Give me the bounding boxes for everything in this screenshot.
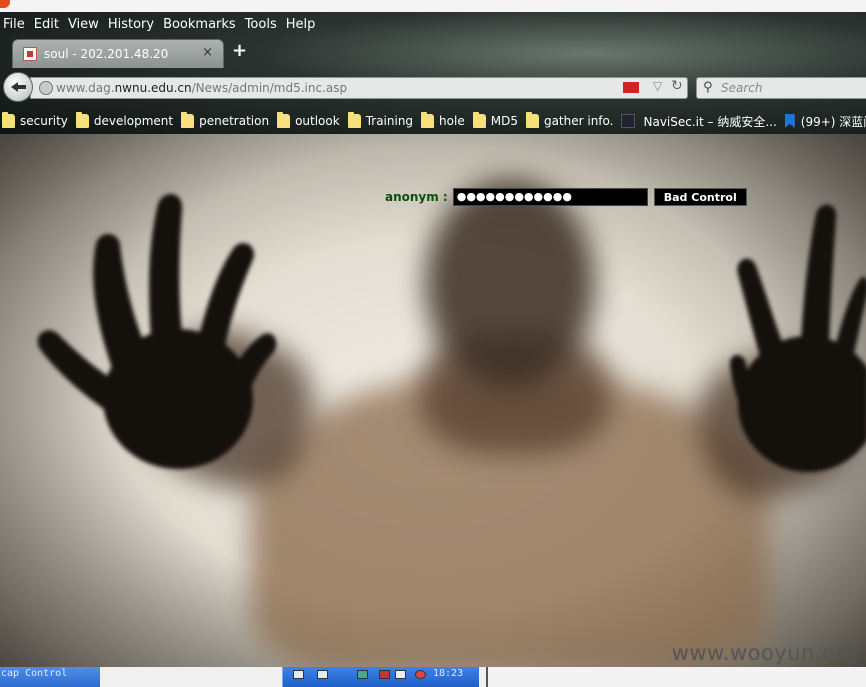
- bookmark-label: NaviSec.it – 纳威安全...: [643, 114, 777, 129]
- menu-view[interactable]: View: [64, 17, 104, 32]
- search-placeholder: Search: [721, 81, 763, 95]
- bookmark-md5[interactable]: MD5: [472, 112, 518, 128]
- login-form: anonym : ●●●●●●●●●●●● Bad Control: [385, 188, 747, 206]
- bookmark-security[interactable]: security: [2, 112, 68, 128]
- bookmark-icon: [784, 114, 795, 128]
- bookmark-development[interactable]: development: [75, 112, 174, 128]
- new-tab-button[interactable]: +: [232, 40, 247, 61]
- antivirus-icon[interactable]: [415, 670, 426, 679]
- bookmark-deep-blue-reading[interactable]: (99+) 深蓝阅读: [784, 113, 866, 130]
- reload-icon[interactable]: ↻: [671, 78, 683, 94]
- security-icon[interactable]: [379, 670, 390, 679]
- bookmark-star-icon[interactable]: ▽: [653, 79, 662, 93]
- tab-soul[interactable]: soul - 202.201.48.20 ×: [12, 39, 224, 68]
- page-icon: [621, 114, 636, 128]
- taskbar: cap Control 18:23: [0, 667, 866, 687]
- blurred-figure-head: [425, 179, 595, 389]
- tab-title: soul - 202.201.48.20: [44, 47, 169, 61]
- site-favicon-icon: [23, 47, 37, 61]
- tab-strip: soul - 202.201.48.20 × +: [0, 36, 866, 68]
- menu-help[interactable]: Help: [282, 17, 321, 32]
- right-hand-silhouette: [730, 204, 866, 472]
- bookmark-penetration[interactable]: penetration: [181, 112, 270, 128]
- bookmark-outlook[interactable]: outlook: [277, 112, 340, 128]
- bookmark-training[interactable]: Training: [347, 112, 414, 128]
- browser-chrome: File Edit View History Bookmarks Tools H…: [0, 0, 866, 134]
- bookmark-navisec[interactable]: NaviSec.it – 纳威安全...: [621, 113, 777, 130]
- bookmark-label: Training: [365, 114, 414, 128]
- tab-close-icon[interactable]: ×: [202, 45, 213, 60]
- taskbar-right-area: [486, 667, 866, 687]
- folder-icon: [277, 112, 291, 128]
- volume-icon[interactable]: [395, 670, 406, 679]
- folder-icon: [525, 112, 539, 128]
- network-icon[interactable]: [357, 670, 368, 679]
- wooyun-watermark: www.wooyun.org: [671, 641, 858, 665]
- folder-icon: [2, 112, 15, 128]
- bad-control-button[interactable]: Bad Control: [653, 188, 747, 206]
- bookmark-label: MD5: [490, 114, 518, 128]
- bookmark-label: security: [20, 114, 68, 128]
- bookmark-label: development: [93, 114, 174, 128]
- firefox-logo-icon: [0, 0, 10, 8]
- bookmarks-toolbar: security development penetration outlook…: [0, 108, 866, 134]
- anonym-label: anonym :: [385, 190, 448, 204]
- menu-history[interactable]: History: [104, 17, 159, 32]
- folder-icon: [347, 112, 361, 128]
- bookmark-hole[interactable]: hole: [421, 112, 465, 128]
- taskbar-item[interactable]: cap Control: [0, 667, 100, 687]
- bookmark-label: gather info.: [543, 114, 614, 128]
- folder-icon: [421, 112, 435, 128]
- bookmark-label: outlook: [295, 114, 340, 128]
- password-field[interactable]: ●●●●●●●●●●●●: [452, 188, 648, 206]
- page-content: anonym : ●●●●●●●●●●●● Bad Control www.wo…: [0, 134, 866, 667]
- china-flag-icon[interactable]: [623, 82, 639, 93]
- url-bar[interactable]: www.dag.nwnu.edu.cn/News/admin/md5.inc.a…: [30, 77, 688, 99]
- left-hand-silhouette: [37, 193, 277, 469]
- url-domain: nwnu.edu.cn: [114, 81, 192, 95]
- bookmark-label: penetration: [199, 114, 270, 128]
- menu-file[interactable]: File: [0, 17, 30, 32]
- bookmark-label: hole: [439, 114, 465, 128]
- folder-icon: [181, 112, 195, 128]
- clock[interactable]: 18:23: [433, 667, 463, 680]
- tray-app-icon[interactable]: [317, 670, 328, 679]
- bookmark-label: (99+) 深蓝阅读: [800, 114, 866, 129]
- site-identity-icon[interactable]: [39, 81, 53, 95]
- search-icon: ⚲: [703, 80, 713, 95]
- bookmark-gather-info[interactable]: gather info.: [525, 112, 614, 128]
- url-prefix: www.dag.: [56, 81, 115, 95]
- search-bar[interactable]: ⚲ Search: [696, 77, 866, 99]
- menu-edit[interactable]: Edit: [30, 17, 64, 32]
- navigation-bar: www.dag.nwnu.edu.cn/News/admin/md5.inc.a…: [0, 68, 866, 106]
- back-button[interactable]: [3, 72, 33, 102]
- keyboard-icon[interactable]: [293, 670, 304, 679]
- url-text[interactable]: www.dag.nwnu.edu.cn/News/admin/md5.inc.a…: [56, 81, 347, 95]
- folder-icon: [472, 112, 486, 128]
- window-top-edge: [0, 0, 866, 12]
- url-path: /News/admin/md5.inc.asp: [191, 81, 348, 95]
- folder-icon: [75, 112, 89, 128]
- system-tray: 18:23: [282, 667, 479, 687]
- menu-tools[interactable]: Tools: [241, 17, 282, 32]
- menu-bookmarks[interactable]: Bookmarks: [159, 17, 241, 32]
- menu-bar: File Edit View History Bookmarks Tools H…: [0, 12, 866, 36]
